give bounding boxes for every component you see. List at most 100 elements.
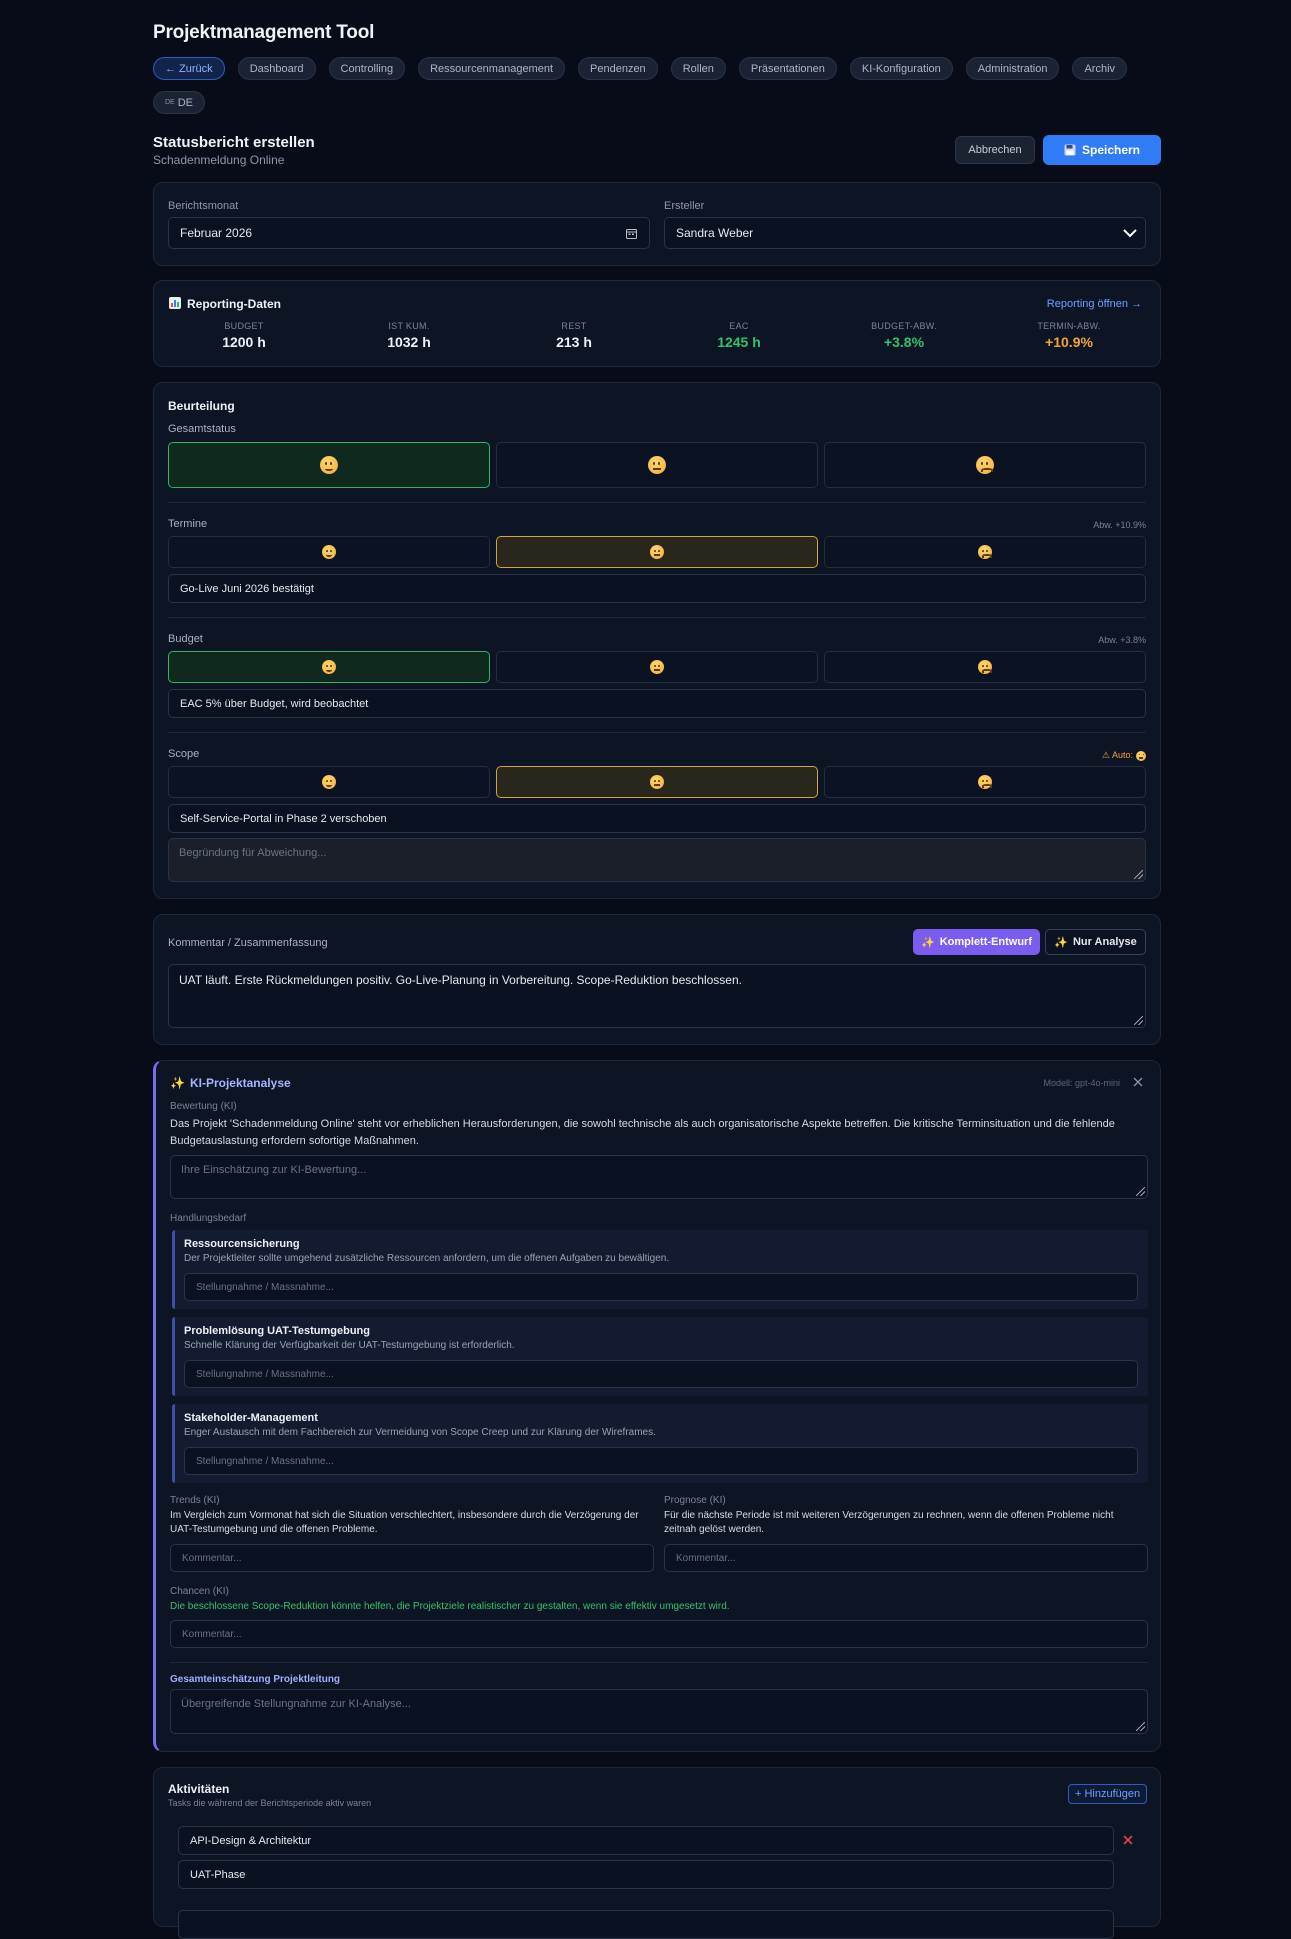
author-label: Ersteller (664, 200, 705, 212)
budget-status-yellow[interactable] (496, 651, 818, 683)
nav-rollen[interactable]: Rollen (670, 57, 726, 80)
scope-note-input[interactable]: Self-Service-Portal in Phase 2 verschobe… (168, 804, 1146, 833)
overall-status-yellow[interactable] (496, 442, 818, 488)
activity-input[interactable]: UAT-Phase (178, 1860, 1114, 1889)
termine-status-green[interactable] (168, 536, 490, 568)
chances-text: Die beschlossene Scope-Reduktion könnte … (170, 1601, 730, 1612)
kpi-eac: EAC 1245 h (717, 321, 761, 350)
action-item: Problemlösung UAT-Testumgebung Schnelle … (172, 1317, 1148, 1396)
trends-comment-input[interactable]: Kommentar... (170, 1544, 654, 1572)
sparkles-icon: ✨ (170, 1076, 185, 1090)
activities-card: Aktivitäten Tasks die während der Berich… (153, 1767, 1161, 1939)
open-reporting-link[interactable]: Reporting öffnen → (1047, 298, 1142, 310)
action-response-input[interactable]: Stellungnahme / Massnahme... (184, 1273, 1138, 1301)
overall-status-red[interactable] (824, 442, 1146, 488)
neutral-emoji-icon (650, 775, 664, 789)
nav-controlling[interactable]: Controlling (328, 57, 406, 80)
analysis-only-button[interactable]: ✨ Nur Analyse (1045, 929, 1146, 955)
nav-administration[interactable]: Administration (965, 57, 1060, 80)
action-response-input[interactable]: Stellungnahme / Massnahme... (184, 1447, 1138, 1475)
worried-emoji-icon (978, 775, 992, 789)
nav-ki-konfiguration[interactable]: KI-Konfiguration (849, 57, 953, 80)
scope-status-green[interactable] (168, 766, 490, 798)
worried-emoji-icon (978, 545, 992, 559)
action-response-input[interactable]: Stellungnahme / Massnahme... (184, 1360, 1138, 1388)
forecast-comment-input[interactable]: Kommentar... (664, 1544, 1148, 1572)
nav-dashboard[interactable]: Dashboard (237, 57, 316, 80)
comment-textarea[interactable]: UAT läuft. Erste Rückmeldungen positiv. … (168, 964, 1146, 1028)
nav-ressourcenmanagement[interactable]: Ressourcenmanagement (418, 57, 566, 80)
app-title: Projektmanagement Tool (153, 22, 375, 43)
budget-status-green[interactable] (168, 651, 490, 683)
page-subtitle: Schadenmeldung Online (153, 153, 285, 167)
language-switch[interactable]: DE DE (153, 91, 206, 114)
nav-praesentationen[interactable]: Präsentationen (738, 57, 837, 80)
page-title: Statusbericht erstellen (153, 134, 315, 151)
ki-analysis-card: ✨ KI-Projektanalyse Modell: gpt-4o-mini B… (153, 1060, 1161, 1752)
ki-rating-text: Das Projekt 'Schadenmeldung Online' steh… (170, 1118, 1115, 1147)
neutral-emoji-icon (650, 660, 664, 674)
resize-handle-icon[interactable] (1134, 1016, 1143, 1025)
termine-status-red[interactable] (824, 536, 1146, 568)
kpi-termin-abw: TERMIN-ABW. +10.9% (1037, 321, 1101, 350)
chevron-down-icon (1123, 229, 1137, 238)
divider (168, 732, 1146, 733)
floppy-disk-icon (1064, 144, 1076, 156)
ki-rating-input[interactable]: Ihre Einschätzung zur KI-Bewertung... (170, 1155, 1148, 1199)
remove-icon[interactable] (1123, 1835, 1133, 1845)
report-meta-card: Berichtsmonat Februar 2026 Ersteller San… (153, 182, 1161, 266)
kpi-budget: BUDGET 1200 h (222, 321, 266, 350)
sparkles-icon: ✨ (921, 936, 935, 949)
smile-emoji-icon (322, 545, 336, 559)
deviation-reason-textarea[interactable]: Begründung für Abweichung... (168, 838, 1146, 882)
resize-handle-icon[interactable] (1136, 1722, 1145, 1731)
budget-label: Budget (168, 633, 203, 645)
activity-input[interactable]: API-Design & Architektur (178, 1826, 1114, 1855)
divider (168, 502, 1146, 503)
add-activity-button[interactable]: + Hinzufügen (1068, 1784, 1148, 1804)
termine-status-yellow[interactable] (496, 536, 818, 568)
chances-comment-input[interactable]: Kommentar... (170, 1620, 1148, 1648)
scope-auto-hint: ⚠ Auto: (1102, 750, 1146, 761)
ki-title: ✨ KI-Projektanalyse (170, 1076, 291, 1090)
reporting-card: Reporting-Daten Reporting öffnen → BUDGE… (153, 280, 1161, 367)
action-item: Stakeholder-Management Enger Austausch m… (172, 1404, 1148, 1483)
trends-text: Im Vergleich zum Vormonat hat sich die S… (170, 1510, 639, 1535)
worried-emoji-icon (976, 456, 994, 474)
month-field[interactable]: Februar 2026 (168, 217, 650, 249)
bar-chart-icon (169, 297, 181, 309)
assessment-card: Beurteilung Gesamtstatus Termine Abw. +1… (153, 382, 1161, 899)
budget-note-input[interactable]: EAC 5% über Budget, wird beobachtet (168, 689, 1146, 718)
overall-status-green[interactable] (168, 442, 490, 488)
chances-label: Chancen (KI) (170, 1586, 229, 1597)
comment-label: Kommentar / Zusammenfassung (168, 937, 328, 949)
author-select[interactable]: Sandra Weber (664, 217, 1146, 249)
termine-note-input[interactable]: Go-Live Juni 2026 bestätigt (168, 574, 1146, 603)
nav-archiv[interactable]: Archiv (1072, 57, 1128, 80)
scope-status-yellow[interactable] (496, 766, 818, 798)
kpi-rest: REST 213 h (556, 321, 592, 350)
sparkles-icon: ✨ (1054, 936, 1068, 949)
budget-status-red[interactable] (824, 651, 1146, 683)
back-button[interactable]: ← Zurück (153, 57, 225, 80)
calendar-icon (626, 229, 637, 239)
action-item: Ressourcensicherung Der Projektleiter so… (172, 1230, 1148, 1309)
top-nav: ← Zurück Dashboard Controlling Ressource… (153, 57, 1161, 114)
cancel-button[interactable]: Abbrechen (955, 136, 1035, 164)
forecast-label: Prognose (KI) (664, 1495, 726, 1506)
resize-handle-icon[interactable] (1134, 870, 1143, 879)
kpi-ist-kum: IST KUM. 1032 h (387, 321, 431, 350)
neutral-emoji-icon (648, 456, 666, 474)
assessment-title: Beurteilung (168, 399, 235, 413)
overall-assessment-textarea[interactable]: Übergreifende Stellungnahme zur KI-Analy… (170, 1689, 1148, 1734)
save-button[interactable]: Speichern (1043, 135, 1161, 165)
nav-pendenzen[interactable]: Pendenzen (578, 57, 658, 80)
full-draft-button[interactable]: ✨ Komplett-Entwurf (913, 929, 1040, 955)
activity-input[interactable] (178, 1910, 1114, 1939)
resize-handle-icon[interactable] (1136, 1187, 1145, 1196)
neutral-emoji-icon (650, 545, 664, 559)
divider (168, 617, 1146, 618)
scope-status-red[interactable] (824, 766, 1146, 798)
smile-emoji-icon (322, 660, 336, 674)
close-icon[interactable] (1133, 1077, 1143, 1087)
